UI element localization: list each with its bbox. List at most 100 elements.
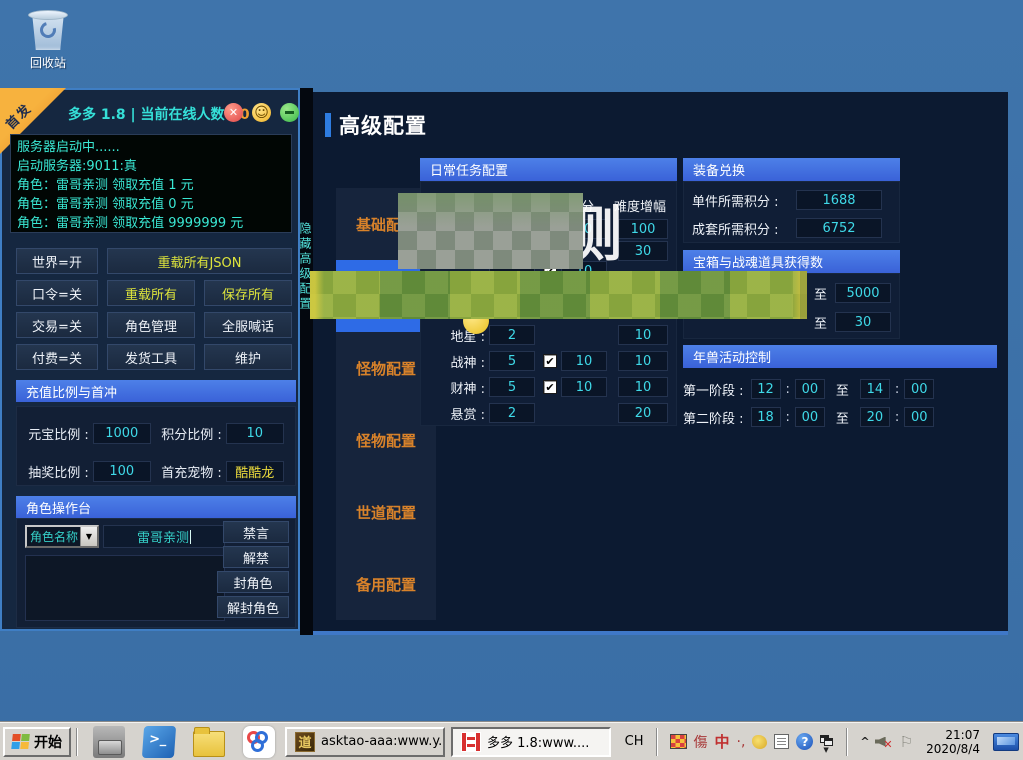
role-name-dropdown[interactable]: 角色名称 ▼ <box>25 525 99 548</box>
window-restore-icon[interactable]: ▼ <box>820 735 834 749</box>
ribbon-label: 首发 <box>1 98 36 133</box>
duoduo-icon <box>461 732 481 752</box>
folder-icon[interactable] <box>193 731 225 757</box>
role-action-buttons: 禁言解禁封角色解封角色 <box>223 521 289 621</box>
difficulty-input[interactable]: 10 <box>618 325 668 345</box>
treasure-input[interactable]: 5000 <box>835 283 891 303</box>
stage-end-hour[interactable]: 14 <box>860 379 890 399</box>
action-button-保存所有[interactable]: 保存所有 <box>204 280 292 306</box>
count-input[interactable]: 2 <box>489 325 535 345</box>
difficulty-input[interactable]: 10 <box>618 351 668 371</box>
tab-备用配置-5[interactable]: 备用配置 <box>336 548 436 620</box>
beast-activity-header: 年兽活动控制 <box>683 345 997 368</box>
console-line-2: 角色：雷哥亲测 领取充值 1 元 <box>17 176 285 195</box>
row-label: 财神 : <box>429 378 489 397</box>
stage-end-hour[interactable]: 20 <box>860 407 890 427</box>
action-button-发货工具[interactable]: 发货工具 <box>107 344 195 370</box>
stage-end-minute[interactable]: 00 <box>904 407 934 427</box>
field-input-元宝比例 :[interactable]: 1000 <box>93 423 151 444</box>
action-button-维护[interactable]: 维护 <box>204 344 292 370</box>
advanced-config-window: 高级配置 基础配置高级配置怪物配置怪物配置世道配置备用配置 日常任务配置 每日次… <box>313 92 1008 635</box>
recycle-bin-shortcut[interactable]: 回收站 <box>10 6 86 71</box>
field-input-首充宠物 :[interactable]: 酷酷龙 <box>226 461 284 482</box>
role-console-header: 角色操作台 <box>16 496 296 518</box>
field-input-抽奖比例 :[interactable]: 100 <box>93 461 151 482</box>
stage-start-minute[interactable]: 00 <box>795 379 825 399</box>
collapse-tray-icon[interactable]: ^ <box>860 735 867 748</box>
minimize-button[interactable] <box>280 103 299 122</box>
role-button-禁言[interactable]: 禁言 <box>223 521 289 543</box>
ime-keyboard-icon[interactable] <box>670 734 687 749</box>
treasure-input[interactable]: 30 <box>835 312 891 332</box>
daily-task-row-6: 悬赏 :220 <box>429 402 668 424</box>
equip-input[interactable]: 6752 <box>796 218 882 238</box>
checkbox-checked[interactable]: ✔ <box>543 380 557 394</box>
language-indicator[interactable]: CH <box>625 734 644 749</box>
systools-icon[interactable] <box>93 726 125 758</box>
role-button-封角色[interactable]: 封角色 <box>217 571 289 593</box>
score-input[interactable]: 10 <box>561 351 607 371</box>
stage-start-hour[interactable]: 18 <box>751 407 781 427</box>
action-button-角色管理[interactable]: 角色管理 <box>107 312 195 338</box>
muted-speaker-icon[interactable]: ✕ <box>875 734 893 750</box>
score-input[interactable]: 10 <box>561 377 607 397</box>
equip-exchange-header: 装备兑换 <box>683 158 900 181</box>
action-button-交易=关[interactable]: 交易=关 <box>16 312 98 338</box>
action-button-重载所有JSON[interactable]: 重载所有JSON <box>107 248 292 274</box>
task-button-area: 道asktao-aaa:www.y...多多 1.8:www.... <box>285 727 617 757</box>
tray-separator <box>846 728 848 756</box>
display-icon[interactable] <box>993 733 1019 751</box>
field-label: 元宝比例 : <box>28 424 89 443</box>
role-name-input[interactable]: 雷哥亲测 <box>103 525 225 548</box>
console-window: 首发 多多 1.8 | 当前在线人数 : 0 ✕ ☺ 服务器启动中......启… <box>0 88 300 631</box>
console-line-4: 角色：雷哥亲测 领取充值 9999999 元 <box>17 214 285 233</box>
censor-blur-green <box>310 271 807 319</box>
stage-start-minute[interactable]: 00 <box>795 407 825 427</box>
tab-世道配置-4[interactable]: 世道配置 <box>336 476 436 548</box>
stage-start-hour[interactable]: 12 <box>751 379 781 399</box>
ime-hand-icon[interactable] <box>752 735 767 749</box>
action-button-付费=关[interactable]: 付费=关 <box>16 344 98 370</box>
recharge-section-body: 元宝比例 :1000积分比例 :10抽奖比例 :100首充宠物 :酷酷龙 <box>16 406 296 486</box>
help-icon[interactable]: ? <box>796 733 813 750</box>
field-input-积分比例 :[interactable]: 10 <box>226 423 284 444</box>
action-button-世界=开[interactable]: 世界=开 <box>16 248 98 274</box>
window-gap <box>300 88 313 635</box>
circles-app-icon[interactable] <box>243 726 275 758</box>
desktop: 回收站 首发 多多 1.8 | 当前在线人数 : 0 ✕ ☺ 服务器启动中...… <box>0 0 1023 760</box>
role-button-解封角色[interactable]: 解封角色 <box>217 596 289 618</box>
ime-mode-indicator[interactable]: 中 <box>715 731 730 752</box>
powershell-icon[interactable] <box>142 726 176 758</box>
task-button-多多 1.8:www....[interactable]: 多多 1.8:www.... <box>451 727 611 757</box>
field-label: 抽奖比例 : <box>28 462 89 481</box>
close-button[interactable]: ✕ <box>224 103 243 122</box>
count-input[interactable]: 5 <box>489 351 535 371</box>
stage-end-minute[interactable]: 00 <box>904 379 934 399</box>
field-label: 首充宠物 : <box>161 462 222 481</box>
start-button[interactable]: 开始 <box>3 727 71 757</box>
server-log-console: 服务器启动中......启动服务器:9011:真角色：雷哥亲测 领取充值 1 元… <box>10 134 292 233</box>
row-label: 战神 : <box>429 352 489 371</box>
count-input[interactable]: 5 <box>489 377 535 397</box>
equip-input[interactable]: 1688 <box>796 190 882 210</box>
difficulty-input[interactable]: 10 <box>618 377 668 397</box>
console-line-3: 角色：雷哥亲测 领取充值 0 元 <box>17 195 285 214</box>
ime-logo-icon[interactable]: 傷 <box>694 732 708 752</box>
role-list-box[interactable] <box>25 555 225 621</box>
ime-settings-icon[interactable] <box>774 734 789 749</box>
difficulty-input[interactable]: 20 <box>618 403 668 423</box>
beast-stage-row-0: 第一阶段 :12:00至14:00 <box>683 378 934 400</box>
ime-punctuation-indicator[interactable]: ·, <box>737 734 746 750</box>
action-button-重载所有[interactable]: 重载所有 <box>107 280 195 306</box>
count-input[interactable]: 2 <box>489 403 535 423</box>
smiley-button[interactable]: ☺ <box>252 103 271 122</box>
action-button-全服喊话[interactable]: 全服喊话 <box>204 312 292 338</box>
action-button-口令=关[interactable]: 口令=关 <box>16 280 98 306</box>
task-button-asktao-aaa:www.y...[interactable]: 道asktao-aaa:www.y... <box>285 727 445 757</box>
windows-logo-icon <box>11 734 31 750</box>
checkbox-checked[interactable]: ✔ <box>543 354 557 368</box>
tray-clock[interactable]: 21:07 2020/8/4 <box>926 728 980 756</box>
flag-icon[interactable]: ⚐ <box>900 733 913 751</box>
console-line-0: 服务器启动中...... <box>17 138 285 157</box>
role-button-解禁[interactable]: 解禁 <box>223 546 289 568</box>
